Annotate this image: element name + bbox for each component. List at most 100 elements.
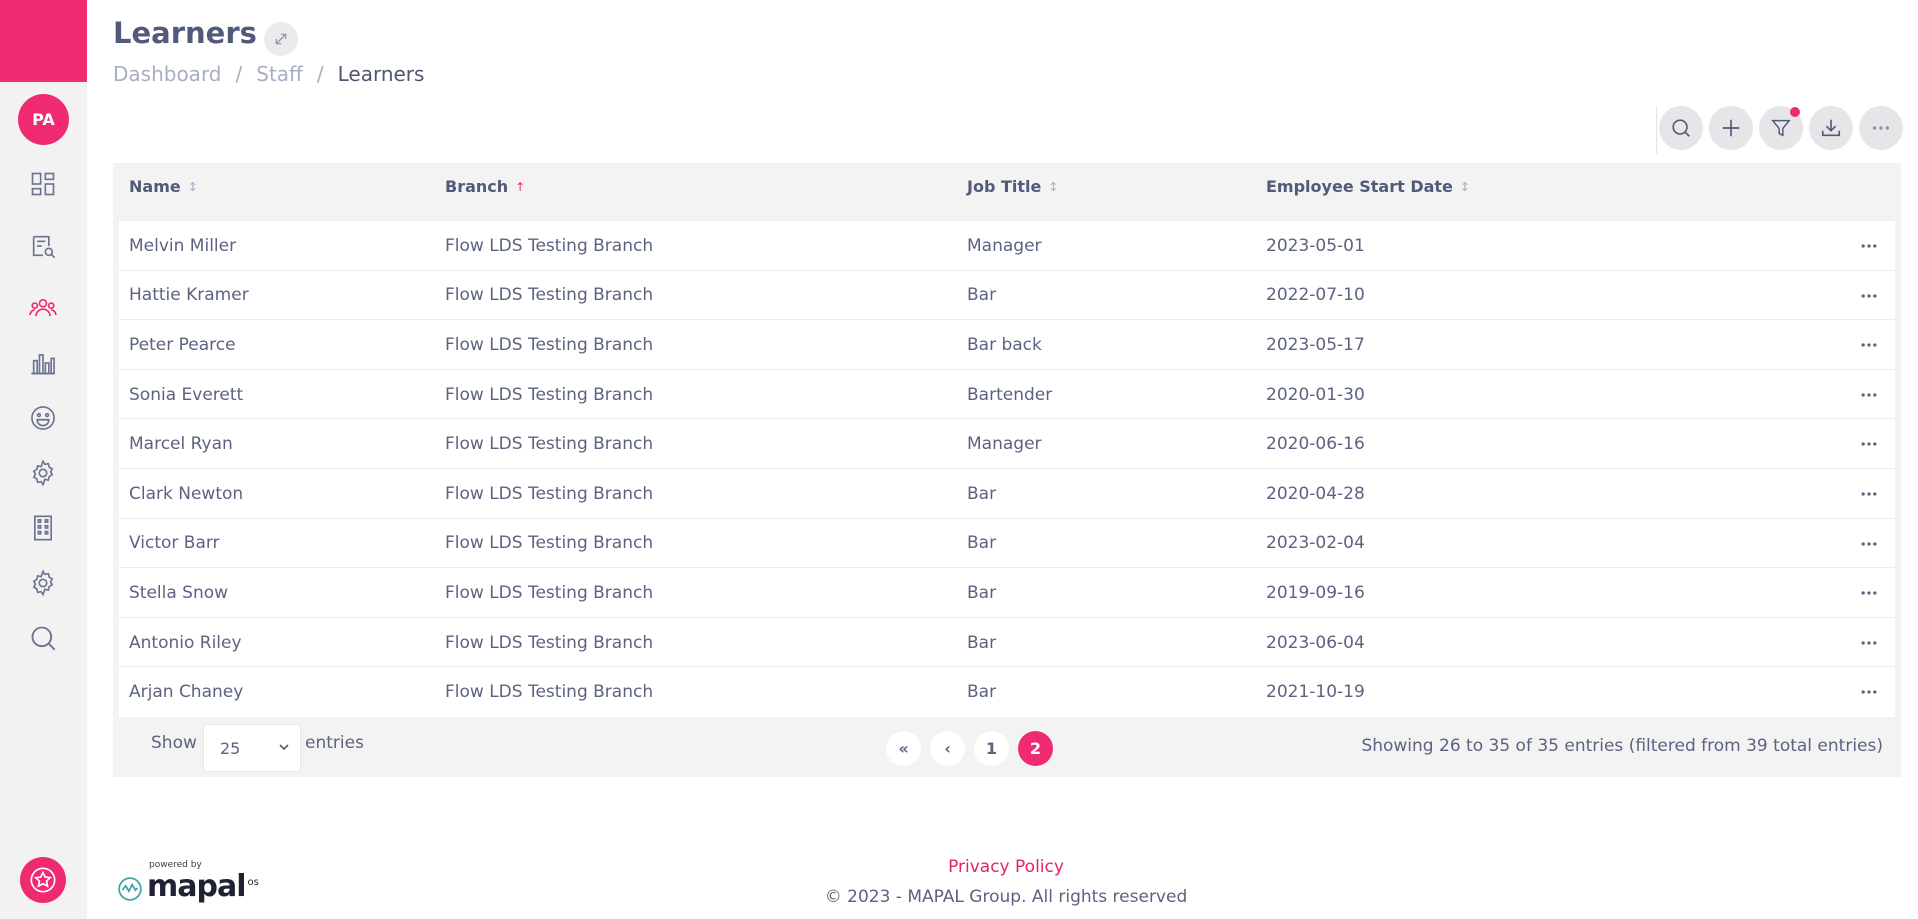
cell-start-date: 2019-09-16 <box>1266 582 1365 603</box>
more-icon <box>1872 126 1890 130</box>
cell-branch: Flow LDS Testing Branch <box>445 434 654 455</box>
filter-button[interactable] <box>1759 106 1803 150</box>
cell-start-date: 2020-04-28 <box>1266 483 1365 504</box>
table-row[interactable]: Sonia Everett Flow LDS Testing Branch Bart… <box>119 370 1895 420</box>
breadcrumb-separator: / <box>235 62 243 86</box>
cell-job-title: Bar <box>967 533 997 554</box>
column-header-branch[interactable]: Branch ↑ <box>445 163 525 210</box>
more-icon <box>1861 541 1877 546</box>
table-row[interactable]: Clark Newton Flow LDS Testing Branch Bar 20… <box>119 469 1895 519</box>
more-options-button[interactable] <box>1859 106 1903 150</box>
column-header-start-date[interactable]: Employee Start Date ↕ <box>1266 163 1470 210</box>
sidebar-item-admin-settings[interactable] <box>27 567 59 599</box>
row-actions-button[interactable] <box>1855 680 1883 704</box>
cell-name: Marcel Ryan <box>129 434 233 455</box>
previous-page-button[interactable]: ‹ <box>930 731 965 766</box>
table-row[interactable]: Stella Snow Flow LDS Testing Branch Bar 201… <box>119 568 1895 618</box>
cell-branch: Flow LDS Testing Branch <box>445 384 654 405</box>
cell-name: Arjan Chaney <box>129 682 244 703</box>
cell-name: Antonio Riley <box>129 632 242 653</box>
table-row[interactable]: Melvin Miller Flow LDS Testing Branch Mana… <box>119 221 1895 271</box>
cell-name: Clark Newton <box>129 483 244 504</box>
table-row[interactable]: Peter Pearce Flow LDS Testing Branch Bar b… <box>119 320 1895 370</box>
more-icon <box>1861 442 1877 447</box>
cell-job-title: Bar <box>967 285 997 306</box>
download-icon <box>1821 119 1841 137</box>
row-actions-button[interactable] <box>1855 234 1883 258</box>
cell-name: Stella Snow <box>129 582 229 603</box>
cell-start-date: 2020-01-30 <box>1266 384 1365 405</box>
sidebar-item-dashboard[interactable] <box>27 168 59 200</box>
show-label: Show <box>151 733 197 753</box>
search-icon <box>31 626 56 651</box>
cell-name: Victor Barr <box>129 533 220 554</box>
add-learner-button[interactable] <box>1709 106 1753 150</box>
expand-icon <box>275 33 287 45</box>
brand-logo-block[interactable] <box>0 0 87 82</box>
table-header: Name ↕ Branch ↑ Job Title ↕ Employee Sta… <box>113 163 1901 210</box>
learners-table: Name ↕ Branch ↑ Job Title ↕ Employee Sta… <box>113 163 1901 777</box>
row-actions-button[interactable] <box>1855 581 1883 605</box>
row-actions-button[interactable] <box>1855 631 1883 655</box>
cell-job-title: Bar <box>967 682 997 703</box>
sort-asc-icon: ↑ <box>515 179 526 194</box>
cell-start-date: 2020-06-16 <box>1266 434 1365 455</box>
row-actions-button[interactable] <box>1855 383 1883 407</box>
download-button[interactable] <box>1809 106 1853 150</box>
page-button-1[interactable]: 1 <box>974 731 1009 766</box>
more-icon <box>1861 393 1877 397</box>
plus-icon <box>1722 119 1740 137</box>
table-row[interactable]: Antonio Riley Flow LDS Testing Branch Bar 2… <box>119 618 1895 668</box>
column-header-name[interactable]: Name ↕ <box>129 163 198 210</box>
entries-per-page-select[interactable]: 25 <box>203 724 301 772</box>
row-actions-button[interactable] <box>1855 284 1883 308</box>
sort-icon: ↕ <box>1048 179 1059 194</box>
cell-name: Hattie Kramer <box>129 285 249 306</box>
sidebar: PA <box>0 0 87 919</box>
first-page-button[interactable]: « <box>886 731 921 766</box>
table-row[interactable]: Victor Barr Flow LDS Testing Branch Bar 202… <box>119 519 1895 569</box>
page-button-2[interactable]: 2 <box>1018 731 1053 766</box>
user-avatar[interactable]: PA <box>18 94 69 145</box>
sidebar-item-reports[interactable] <box>27 347 59 379</box>
table-row[interactable]: Marcel Ryan Flow LDS Testing Branch Manage… <box>119 419 1895 469</box>
filter-active-dot <box>1790 107 1800 117</box>
row-actions-button[interactable] <box>1855 482 1883 506</box>
column-label: Job Title <box>967 177 1042 196</box>
cell-job-title: Bartender <box>967 384 1053 405</box>
people-icon <box>29 299 57 317</box>
more-icon <box>1861 293 1877 298</box>
search-button[interactable] <box>1659 106 1703 150</box>
chevron-down-icon <box>279 744 289 751</box>
sidebar-item-search[interactable] <box>27 622 59 654</box>
sidebar-item-courses[interactable] <box>27 230 59 262</box>
row-actions-button[interactable] <box>1855 432 1883 456</box>
table-row[interactable]: Arjan Chaney Flow LDS Testing Branch Bar 20… <box>119 667 1895 717</box>
sidebar-item-settings[interactable] <box>27 457 59 489</box>
row-actions-button[interactable] <box>1855 333 1883 357</box>
sidebar-item-people[interactable] <box>27 292 59 324</box>
sidebar-item-organisation[interactable] <box>27 512 59 544</box>
entries-label: entries <box>305 733 364 753</box>
copyright-text: © 2023 - MAPAL Group. All rights reserve… <box>824 887 1188 907</box>
breadcrumb-dashboard[interactable]: Dashboard <box>113 62 222 86</box>
more-icon <box>1861 641 1877 645</box>
cell-name: Sonia Everett <box>129 384 244 405</box>
bar-chart-icon <box>31 354 55 375</box>
cell-branch: Flow LDS Testing Branch <box>445 235 654 256</box>
table-row[interactable]: Hattie Kramer Flow LDS Testing Branch Bar 2… <box>119 271 1895 321</box>
breadcrumb-separator: / <box>316 62 324 86</box>
privacy-policy-link[interactable]: Privacy Policy <box>0 857 1918 877</box>
smiley-icon <box>31 406 55 430</box>
breadcrumb-staff[interactable]: Staff <box>256 62 303 86</box>
cell-name: Melvin Miller <box>129 235 237 256</box>
building-icon <box>34 515 52 541</box>
expand-button[interactable] <box>264 22 298 56</box>
table-footer: Show 25 entries « ‹ 1 2 Showing 26 to 35… <box>113 718 1901 777</box>
table-toolbar <box>1653 106 1903 154</box>
sidebar-item-wellbeing[interactable] <box>27 402 59 434</box>
more-icon <box>1861 591 1877 595</box>
column-header-job-title[interactable]: Job Title ↕ <box>967 163 1058 210</box>
table-body: Melvin Miller Flow LDS Testing Branch Mana… <box>119 221 1895 717</box>
row-actions-button[interactable] <box>1855 532 1883 556</box>
